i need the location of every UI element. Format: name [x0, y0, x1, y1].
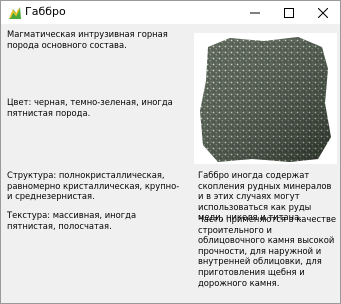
minimize-icon [250, 3, 260, 22]
close-button[interactable] [306, 1, 340, 24]
label-texture: Текстура: массивная, иногда пятнистая, п… [7, 210, 137, 231]
title-bar[interactable]: Габбро [1, 1, 340, 24]
app-window: Габбро Магматическая интрузивная горная … [0, 0, 341, 304]
minimize-button[interactable] [238, 1, 272, 24]
label-structure: Структура: полнокристаллическая, равноме… [7, 170, 180, 202]
window-title: Габбро [25, 5, 66, 18]
maximize-button[interactable] [272, 1, 306, 24]
close-icon [317, 3, 329, 22]
form-client-area: Магматическая интрузивная горная порода … [1, 24, 340, 303]
label-color: Цвет: черная, темно-зеленая, иногда пятн… [7, 97, 173, 118]
label-usage-info: Часто применяются в качестве строительно… [198, 214, 337, 288]
app-icon [7, 5, 23, 21]
label-origin: Магматическая интрузивная горная порода … [7, 29, 168, 50]
gabbro-rock-image [194, 33, 337, 164]
maximize-icon [284, 3, 294, 22]
